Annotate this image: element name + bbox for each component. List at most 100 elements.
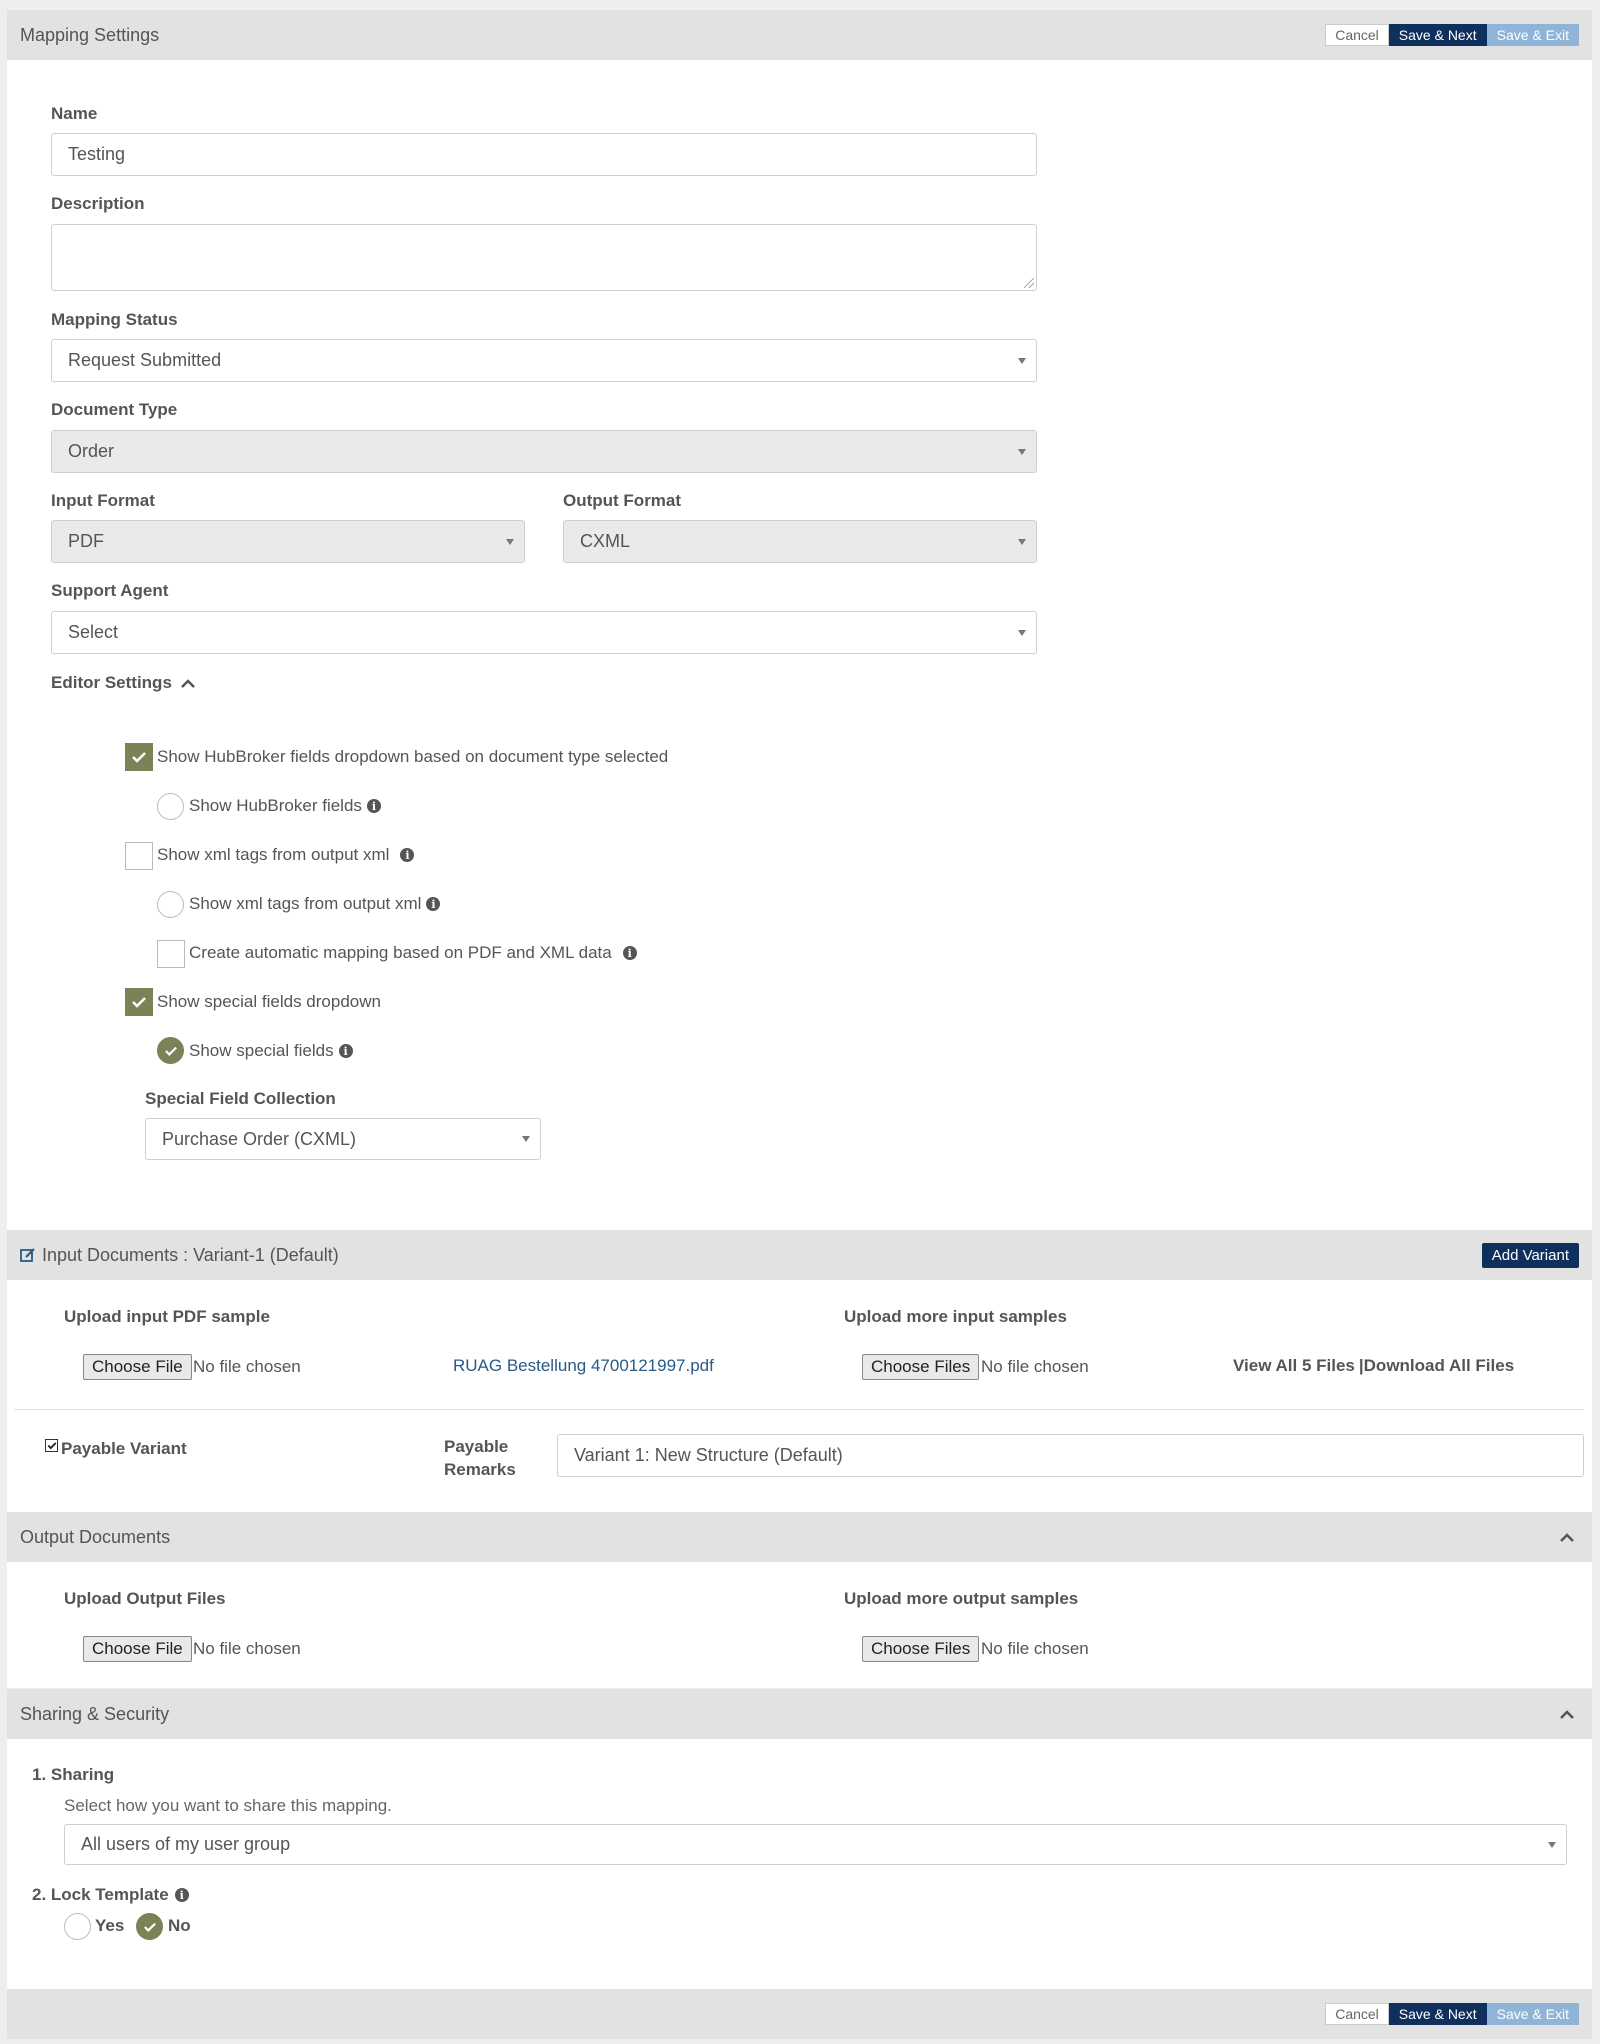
special-field-collection-value: Purchase Order (CXML) — [162, 1128, 357, 1149]
save-next-button[interactable]: Save & Next — [1388, 24, 1487, 46]
name-label: Name — [51, 104, 98, 123]
sharing-security-title: Sharing & Security — [20, 1703, 170, 1724]
output-documents-panel — [7, 1562, 1592, 1688]
name-input[interactable]: Testing — [51, 133, 1037, 176]
special-fields-label: Show special fields i — [189, 1041, 353, 1061]
caret-down-icon — [1018, 538, 1026, 545]
output-format-value: CXML — [580, 531, 631, 551]
collapse-toggle[interactable] — [1557, 1704, 1577, 1724]
special-field-collection-select[interactable]: Purchase Order (CXML) — [145, 1118, 541, 1160]
upload-output-label: Upload Output Files — [64, 1589, 226, 1608]
divider — [14, 1409, 1584, 1410]
caret-down-icon — [1018, 357, 1026, 364]
save-next-button[interactable]: Save & Next — [1388, 2003, 1487, 2025]
files-status: No file chosen — [981, 1357, 1089, 1376]
sharing-select[interactable]: All users of my user group — [64, 1824, 1567, 1865]
chevron-up-icon — [1560, 1533, 1574, 1542]
upload-pdf-label: Upload input PDF sample — [64, 1307, 270, 1326]
lock-no-radio[interactable] — [136, 1913, 163, 1940]
check-icon — [164, 1046, 177, 1056]
info-icon[interactable]: i — [174, 1888, 189, 1902]
hubbroker-fields-radio[interactable] — [157, 793, 184, 820]
footer-actions-bar: Cancel Save & Next Save & Exit — [7, 1989, 1592, 2039]
download-all-files-link[interactable]: Download All Files — [1364, 1356, 1515, 1376]
payable-variant-checkbox[interactable] — [45, 1439, 58, 1452]
choose-file-button[interactable]: Choose File — [83, 1354, 192, 1380]
file-actions: View All 5 Files | Download All Files — [1233, 1356, 1514, 1376]
hubbroker-fields-text: Show HubBroker fields — [189, 796, 362, 815]
editor-settings-title: Editor Settings — [51, 673, 172, 692]
choose-files-button[interactable]: Choose Files — [862, 1354, 980, 1380]
edit-icon[interactable] — [20, 1247, 36, 1263]
sharing-label: 1. Sharing — [32, 1765, 115, 1784]
info-icon[interactable]: i — [366, 799, 381, 813]
info-icon[interactable]: i — [622, 946, 637, 960]
save-exit-button[interactable]: Save & Exit — [1486, 2003, 1579, 2025]
xml-tags-radio[interactable] — [157, 891, 184, 918]
special-fields-dropdown-checkbox[interactable] — [125, 988, 153, 1016]
upload-more-input-label: Upload more input samples — [844, 1307, 1067, 1326]
save-exit-button[interactable]: Save & Exit — [1486, 24, 1579, 46]
collapse-toggle[interactable] — [1557, 1527, 1577, 1547]
output-files-status: No file chosen — [981, 1639, 1089, 1658]
auto-mapping-checkbox[interactable] — [157, 940, 185, 968]
chevron-up-icon — [181, 679, 195, 688]
input-documents-title-wrap: Input Documents : Variant-1 (Default) — [20, 1245, 1482, 1266]
auto-mapping-text: Create automatic mapping based on PDF an… — [189, 943, 612, 962]
xml-tags-radio-text: Show xml tags from output xml — [189, 894, 422, 913]
xml-tags-checkbox[interactable] — [125, 842, 153, 870]
hubbroker-dropdown-checkbox[interactable] — [125, 743, 153, 771]
input-format-select[interactable]: PDF — [51, 520, 525, 563]
hubbroker-dropdown-label: Show HubBroker fields dropdown based on … — [157, 747, 668, 767]
support-agent-select[interactable]: Select — [51, 611, 1037, 654]
input-documents-title: Input Documents : Variant-1 (Default) — [42, 1244, 339, 1265]
xml-tags-radio-label: Show xml tags from output xml i — [189, 894, 441, 914]
output-documents-title: Output Documents — [20, 1526, 171, 1547]
file-status: No file chosen — [193, 1357, 301, 1376]
output-file-status: No file chosen — [193, 1639, 301, 1658]
caret-down-icon — [1548, 1841, 1556, 1848]
footer-actions: Cancel Save & Next Save & Exit — [1325, 2003, 1579, 2025]
payable-remarks-input[interactable]: Variant 1: New Structure (Default) — [557, 1434, 1584, 1477]
hubbroker-dropdown-text: Show HubBroker fields dropdown based on … — [157, 747, 669, 766]
payable-remarks-value: Variant 1: New Structure (Default) — [574, 1445, 843, 1465]
choose-output-files-button[interactable]: Choose Files — [862, 1636, 980, 1662]
add-variant-button[interactable]: Add Variant — [1481, 1242, 1579, 1268]
resize-handle-icon[interactable] — [1024, 278, 1034, 288]
output-documents-header: Output Documents — [7, 1512, 1592, 1562]
sharing-hint: Select how you want to share this mappin… — [64, 1796, 392, 1815]
pdf-file-link[interactable]: RUAG Bestellung 4700121997.pdf — [453, 1356, 714, 1376]
lock-yes-label: Yes — [95, 1916, 125, 1935]
mapping-status-select[interactable]: Request Submitted — [51, 339, 1037, 382]
info-icon[interactable]: i — [400, 848, 415, 862]
cancel-button[interactable]: Cancel — [1325, 2003, 1389, 2025]
output-format-label: Output Format — [563, 491, 682, 510]
document-type-select[interactable]: Order — [51, 430, 1037, 473]
cancel-button[interactable]: Cancel — [1325, 24, 1389, 46]
view-all-files-link[interactable]: View All 5 Files — [1233, 1356, 1355, 1376]
editor-settings-toggle[interactable]: Editor Settings — [51, 673, 196, 693]
check-icon — [47, 1442, 56, 1450]
payable-variant-label: Payable Variant — [61, 1439, 187, 1458]
output-format-select[interactable]: CXML — [563, 520, 1037, 563]
info-icon[interactable]: i — [426, 897, 441, 911]
special-fields-dropdown-text: Show special fields dropdown — [157, 992, 381, 1011]
auto-mapping-label: Create automatic mapping based on PDF an… — [189, 943, 637, 963]
info-icon[interactable]: i — [338, 1044, 353, 1058]
mapping-settings-header: Mapping Settings Cancel Save & Next Save… — [7, 10, 1592, 60]
special-fields-radio[interactable] — [157, 1037, 184, 1064]
choose-output-file-button[interactable]: Choose File — [83, 1636, 192, 1662]
upload-more-output-label: Upload more output samples — [844, 1589, 1079, 1608]
description-textarea[interactable] — [51, 224, 1037, 291]
lock-yes-radio[interactable] — [64, 1913, 91, 1940]
lock-template-text: 2. Lock Template — [32, 1885, 169, 1904]
description-label: Description — [51, 194, 145, 213]
xml-tags-text: Show xml tags from output xml — [157, 845, 390, 864]
xml-tags-label: Show xml tags from output xml i — [157, 845, 415, 865]
header-actions: Cancel Save & Next Save & Exit — [1325, 24, 1579, 46]
page-title: Mapping Settings — [20, 24, 160, 45]
caret-down-icon — [1018, 629, 1026, 636]
input-format-value: PDF — [68, 531, 104, 551]
check-icon — [132, 752, 146, 763]
caret-down-icon — [1018, 448, 1026, 455]
